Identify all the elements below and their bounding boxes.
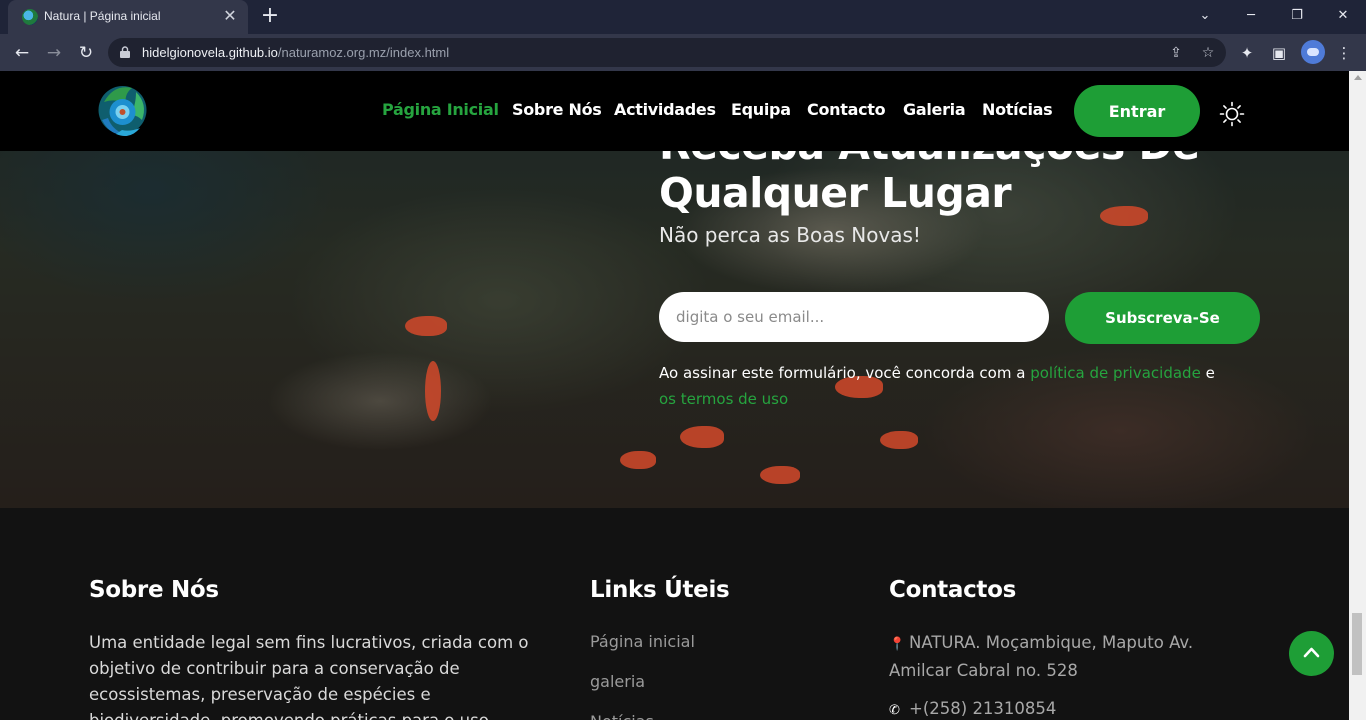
footer-link-home[interactable]: Página inicial xyxy=(590,632,695,651)
minimize-icon[interactable]: ─ xyxy=(1228,0,1274,34)
menu-icon[interactable]: ⋮ xyxy=(1333,42,1355,64)
fish-decoration xyxy=(425,361,441,421)
sidebar-icon[interactable]: ▣ xyxy=(1268,42,1290,64)
footer-address: 📍 NATURA. Moçambique, Maputo Av. Amilcar … xyxy=(889,633,1194,680)
fish-decoration xyxy=(405,316,447,336)
sun-icon[interactable] xyxy=(1219,101,1245,127)
back-to-top-button[interactable] xyxy=(1289,631,1334,676)
browser-tab[interactable]: Natura | Página inicial ✕ xyxy=(8,0,248,34)
nav-home-link[interactable]: Página Inicial xyxy=(382,100,499,119)
nav-contact-link[interactable]: Contacto xyxy=(807,100,886,119)
url-text[interactable]: hidelgionovela.github.io/naturamoz.org.m… xyxy=(142,45,449,60)
back-icon[interactable]: ← xyxy=(10,41,34,65)
footer-about-title: Sobre Nós xyxy=(89,577,219,603)
address-bar[interactable]: hidelgionovela.github.io/naturamoz.org.m… xyxy=(108,38,1226,67)
subscribe-button[interactable]: Subscreva-Se xyxy=(1065,292,1260,344)
page-scrollbar[interactable] xyxy=(1349,71,1366,720)
footer-link-news[interactable]: Notícias xyxy=(590,712,654,720)
new-tab-icon[interactable]: + xyxy=(258,5,282,29)
site-footer: Sobre Nós Uma entidade legal sem fins lu… xyxy=(0,508,1349,720)
page-viewport: Receba Atualizações De Qualquer Lugar Nã… xyxy=(0,71,1349,720)
chevron-up-icon xyxy=(1303,647,1320,658)
forward-icon[interactable]: → xyxy=(42,41,66,65)
site-navbar: Página Inicial Sobre Nós Actividades Equ… xyxy=(0,71,1349,151)
share-icon[interactable]: ⇪ xyxy=(1167,44,1185,62)
browser-tab-strip: Natura | Página inicial ✕ + ⌄ ─ ❐ ✕ xyxy=(0,0,1366,34)
star-icon[interactable]: ☆ xyxy=(1199,44,1217,62)
privacy-policy-link[interactable]: política de privacidade xyxy=(1030,364,1201,382)
fish-decoration xyxy=(680,426,724,448)
footer-about-text: Uma entidade legal sem fins lucrativos, … xyxy=(89,633,529,720)
phone-icon: ✆ xyxy=(889,703,900,718)
site-favicon-icon xyxy=(22,9,38,25)
footer-contacts-title: Contactos xyxy=(889,577,1016,603)
tab-search-chevron-icon[interactable]: ⌄ xyxy=(1182,0,1228,34)
email-input[interactable] xyxy=(659,292,1049,342)
consent-text: Ao assinar este formulário, você concord… xyxy=(659,364,1215,408)
scrollbar-thumb[interactable] xyxy=(1352,613,1362,675)
profile-avatar[interactable] xyxy=(1301,40,1325,64)
map-pin-icon: 📍 xyxy=(889,637,906,652)
login-button[interactable]: Entrar xyxy=(1074,85,1200,137)
nav-news-link[interactable]: Notícias xyxy=(982,100,1053,119)
fish-decoration xyxy=(880,431,918,449)
restore-icon[interactable]: ❐ xyxy=(1274,0,1320,34)
nav-activities-link[interactable]: Actividades xyxy=(614,100,716,119)
extensions-icon[interactable]: ✦ xyxy=(1236,42,1258,64)
nav-team-link[interactable]: Equipa xyxy=(731,100,791,119)
tab-title: Natura | Página inicial xyxy=(44,9,161,23)
terms-of-use-link[interactable]: os termos de uso xyxy=(659,390,788,408)
footer-phone: ✆ +(258) 21310854 xyxy=(889,696,1056,720)
nav-about-link[interactable]: Sobre Nós xyxy=(512,100,602,119)
footer-links-title: Links Úteis xyxy=(590,577,730,603)
scroll-up-arrow-icon[interactable] xyxy=(1354,75,1362,80)
nav-gallery-link[interactable]: Galeria xyxy=(903,100,966,119)
newsletter-subheading: Não perca as Boas Novas! xyxy=(659,223,921,247)
close-window-icon[interactable]: ✕ xyxy=(1320,0,1366,34)
reload-icon[interactable]: ↻ xyxy=(74,41,98,65)
lock-icon xyxy=(120,46,130,58)
footer-link-gallery[interactable]: galeria xyxy=(590,672,645,691)
browser-toolbar: ← → ↻ hidelgionovela.github.io/naturamoz… xyxy=(0,34,1366,71)
fish-decoration xyxy=(620,451,656,469)
close-tab-icon[interactable]: ✕ xyxy=(220,6,240,26)
fish-decoration xyxy=(760,466,800,484)
natura-logo[interactable] xyxy=(96,80,149,142)
